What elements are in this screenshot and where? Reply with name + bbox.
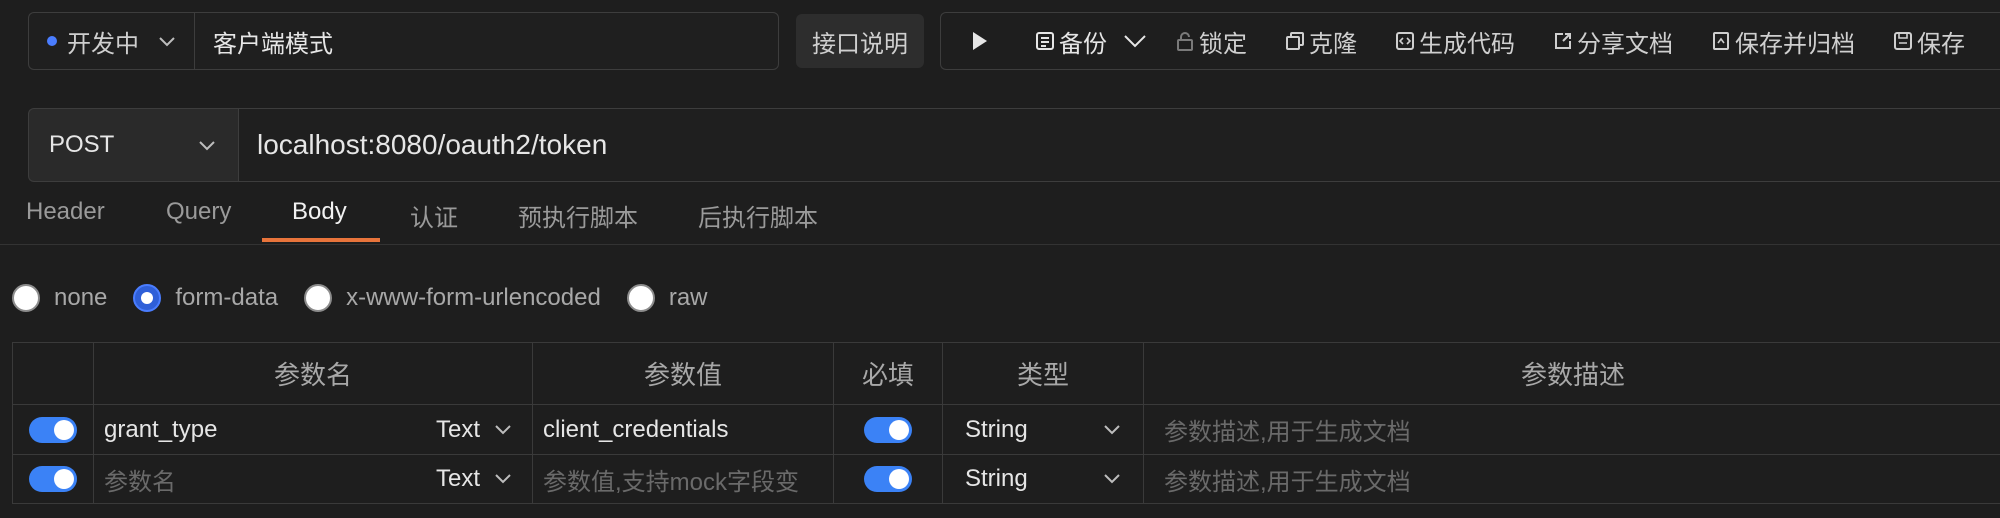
play-icon xyxy=(973,32,987,50)
backup-label: 备份 xyxy=(1059,30,1107,58)
param-name-value: grant_type xyxy=(104,415,218,443)
api-doc-button[interactable]: 接口说明 xyxy=(796,14,924,68)
save-icon xyxy=(1894,32,1912,50)
url-value: localhost:8080/oauth2/token xyxy=(257,129,608,160)
body-type-none[interactable]: none xyxy=(12,284,107,312)
radio-none[interactable] xyxy=(12,284,40,312)
run-button[interactable] xyxy=(971,30,989,52)
save-archive-label: 保存并归档 xyxy=(1735,30,1855,58)
generate-code-label: 生成代码 xyxy=(1419,30,1515,58)
param-name-type-label: Text xyxy=(435,465,480,492)
param-name-cell[interactable]: grant_type Text xyxy=(94,405,533,455)
header-enable xyxy=(13,343,94,405)
save-archive-button[interactable]: 保存并归档 xyxy=(1711,24,1855,59)
header-description: 参数描述 xyxy=(1144,343,2000,405)
required-toggle[interactable] xyxy=(864,416,912,443)
description-placeholder: 参数描述,用于生成文档 xyxy=(1164,468,1411,496)
tab-pre-script[interactable]: 预执行脚本 xyxy=(518,198,638,233)
description-placeholder: 参数描述,用于生成文档 xyxy=(1164,419,1411,446)
toolbar: 备份 锁定 克隆 生成代码 分享文档 保存并归档 保存 xyxy=(940,12,2000,70)
tab-header[interactable]: Header xyxy=(26,198,105,226)
row-enabled-toggle[interactable] xyxy=(29,416,77,443)
param-name-type-label: Text xyxy=(435,415,480,443)
description-cell[interactable]: 参数描述,用于生成文档 xyxy=(1144,455,2000,503)
api-name-input[interactable]: 客户端模式 xyxy=(194,12,779,70)
chevron-down-icon xyxy=(158,27,176,55)
save-label: 保存 xyxy=(1917,30,1965,58)
clone-button[interactable]: 克隆 xyxy=(1285,24,1357,59)
param-name-type-select[interactable]: Text xyxy=(436,465,512,493)
param-name-placeholder: 参数名 xyxy=(104,468,176,496)
chevron-down-icon xyxy=(1104,424,1120,434)
body-type-group: none form-data x-www-form-urlencoded raw xyxy=(12,278,734,318)
generate-code-button[interactable]: 生成代码 xyxy=(1395,24,1515,59)
body-type-form-data[interactable]: form-data xyxy=(133,284,278,312)
param-value-value: client_credentials xyxy=(543,415,729,443)
method-select[interactable]: POST xyxy=(28,108,238,182)
share-icon xyxy=(1555,33,1571,49)
tab-query[interactable]: Query xyxy=(166,198,231,226)
chevron-down-icon xyxy=(495,474,511,484)
archive-icon xyxy=(1713,32,1729,50)
chevron-down-icon xyxy=(198,131,216,159)
row-enabled-toggle[interactable] xyxy=(29,466,77,492)
table-row-enable xyxy=(13,405,94,455)
header-type: 类型 xyxy=(943,343,1144,405)
radio-urlencoded[interactable] xyxy=(304,284,333,312)
tab-auth[interactable]: 认证 xyxy=(410,198,458,233)
radio-form-data-label: form-data xyxy=(175,284,279,311)
lock-icon xyxy=(1177,32,1193,51)
type-label: String xyxy=(965,415,1028,443)
param-name-cell[interactable]: 参数名 Text xyxy=(94,455,533,503)
share-doc-button[interactable]: 分享文档 xyxy=(1553,24,1673,59)
header-required: 必填 xyxy=(834,343,943,405)
param-value-cell[interactable]: client_credentials xyxy=(533,405,834,455)
share-doc-label: 分享文档 xyxy=(1577,30,1673,58)
radio-raw-label: raw xyxy=(668,284,708,311)
clone-label: 克隆 xyxy=(1309,30,1357,58)
url-input[interactable]: localhost:8080/oauth2/token xyxy=(238,108,2000,182)
body-type-raw[interactable]: raw xyxy=(626,284,708,312)
backup-button[interactable]: 备份 xyxy=(1035,24,1147,59)
tab-body[interactable]: Body xyxy=(292,198,347,226)
status-dot xyxy=(47,36,57,46)
active-tab-indicator xyxy=(262,238,380,242)
method-label: POST xyxy=(49,131,115,158)
lock-label: 锁定 xyxy=(1199,30,1247,58)
tab-post-script[interactable]: 后执行脚本 xyxy=(698,198,818,233)
required-cell xyxy=(834,455,943,503)
code-icon xyxy=(1396,32,1414,50)
required-toggle[interactable] xyxy=(864,466,912,492)
type-select[interactable]: String xyxy=(943,405,1144,455)
radio-form-data[interactable] xyxy=(133,284,162,312)
chevron-down-icon xyxy=(1124,35,1146,48)
radio-urlencoded-label: x-www-form-urlencoded xyxy=(346,284,601,311)
param-value-cell[interactable]: 参数值,支持mock字段变 xyxy=(533,455,834,503)
params-table: 参数名 参数值 必填 类型 参数描述 grant_type Text clien… xyxy=(12,342,2000,504)
backup-icon xyxy=(1036,32,1054,50)
body-type-urlencoded[interactable]: x-www-form-urlencoded xyxy=(304,284,601,312)
radio-none-label: none xyxy=(54,284,108,311)
type-label: String xyxy=(965,465,1028,492)
header-param-value: 参数值 xyxy=(533,343,834,405)
table-row-enable xyxy=(13,455,94,503)
radio-raw[interactable] xyxy=(626,284,655,312)
clone-icon xyxy=(1286,32,1304,50)
chevron-down-icon xyxy=(495,424,511,434)
request-tabs: Header Query Body 认证 预执行脚本 后执行脚本 xyxy=(0,190,2000,245)
type-select[interactable]: String xyxy=(943,455,1144,503)
param-name-type-select[interactable]: Text xyxy=(436,416,512,444)
required-cell xyxy=(834,405,943,455)
status-select[interactable]: 开发中 xyxy=(28,12,194,70)
header-param-name: 参数名 xyxy=(94,343,533,405)
status-label: 开发中 xyxy=(67,30,139,58)
save-button[interactable]: 保存 xyxy=(1893,24,1965,59)
api-name-value: 客户端模式 xyxy=(213,30,333,58)
description-cell[interactable]: 参数描述,用于生成文档 xyxy=(1144,405,2000,455)
chevron-down-icon xyxy=(1104,474,1120,484)
lock-button[interactable]: 锁定 xyxy=(1175,24,1247,59)
param-value-placeholder: 参数值,支持mock字段变 xyxy=(543,468,800,496)
